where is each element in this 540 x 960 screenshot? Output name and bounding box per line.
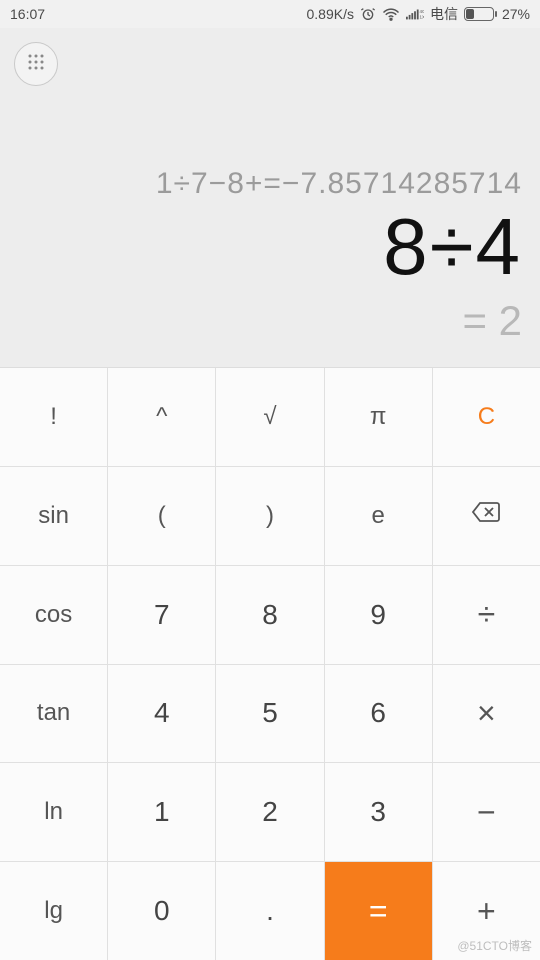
alarm-icon <box>360 6 376 22</box>
digit-6-button[interactable]: 6 <box>325 665 432 763</box>
sin-button[interactable]: sin <box>0 467 107 565</box>
power-button[interactable]: ^ <box>108 368 215 466</box>
battery-icon <box>464 7 496 21</box>
multiply-button[interactable]: × <box>433 665 540 763</box>
watermark: @51CTO博客 <box>457 937 532 954</box>
status-bar: 16:07 0.89K/s 4G1X 电信 27% <box>0 0 540 28</box>
clear-button[interactable]: C <box>433 368 540 466</box>
status-carrier: 电信 <box>430 4 458 24</box>
digit-0-button[interactable]: 0 <box>108 862 215 960</box>
cos-button[interactable]: cos <box>0 566 107 664</box>
backspace-icon <box>471 501 501 530</box>
status-netspeed: 0.89K/s <box>306 6 353 22</box>
grid-icon <box>27 53 45 76</box>
digit-5-button[interactable]: 5 <box>216 665 323 763</box>
divide-button[interactable]: ÷ <box>433 566 540 664</box>
digit-8-button[interactable]: 8 <box>216 566 323 664</box>
result-line: = 2 <box>18 297 522 345</box>
lg-button[interactable]: lg <box>0 862 107 960</box>
equals-button[interactable]: = <box>325 862 432 960</box>
digit-7-button[interactable]: 7 <box>108 566 215 664</box>
backspace-button[interactable] <box>433 467 540 565</box>
pi-button[interactable]: π <box>325 368 432 466</box>
wifi-icon <box>382 7 400 21</box>
expression-line: 8÷4 <box>18 207 522 287</box>
history-line: 1÷7−8+=−7.85714285714 <box>18 167 522 201</box>
status-time: 16:07 <box>10 6 45 22</box>
subtract-button[interactable]: − <box>433 763 540 861</box>
sqrt-button[interactable]: √ <box>216 368 323 466</box>
e-button[interactable]: e <box>325 467 432 565</box>
display-area: 1÷7−8+=−7.85714285714 8÷4 = 2 <box>0 28 540 368</box>
factorial-button[interactable]: ! <box>0 368 107 466</box>
tan-button[interactable]: tan <box>0 665 107 763</box>
digit-1-button[interactable]: 1 <box>108 763 215 861</box>
digit-3-button[interactable]: 3 <box>325 763 432 861</box>
digit-9-button[interactable]: 9 <box>325 566 432 664</box>
svg-text:1X: 1X <box>419 15 424 20</box>
svg-text:4G: 4G <box>419 9 424 14</box>
ln-button[interactable]: ln <box>0 763 107 861</box>
digit-4-button[interactable]: 4 <box>108 665 215 763</box>
keypad: ! ^ √ π C sin ( ) e cos 7 8 9 ÷ tan 4 5 … <box>0 368 540 960</box>
digit-2-button[interactable]: 2 <box>216 763 323 861</box>
rparen-button[interactable]: ) <box>216 467 323 565</box>
keypad-mode-button[interactable] <box>14 42 58 86</box>
decimal-button[interactable]: . <box>216 862 323 960</box>
status-battery-pct: 27% <box>502 6 530 22</box>
lparen-button[interactable]: ( <box>108 467 215 565</box>
signal-icon: 4G1X <box>406 7 424 21</box>
